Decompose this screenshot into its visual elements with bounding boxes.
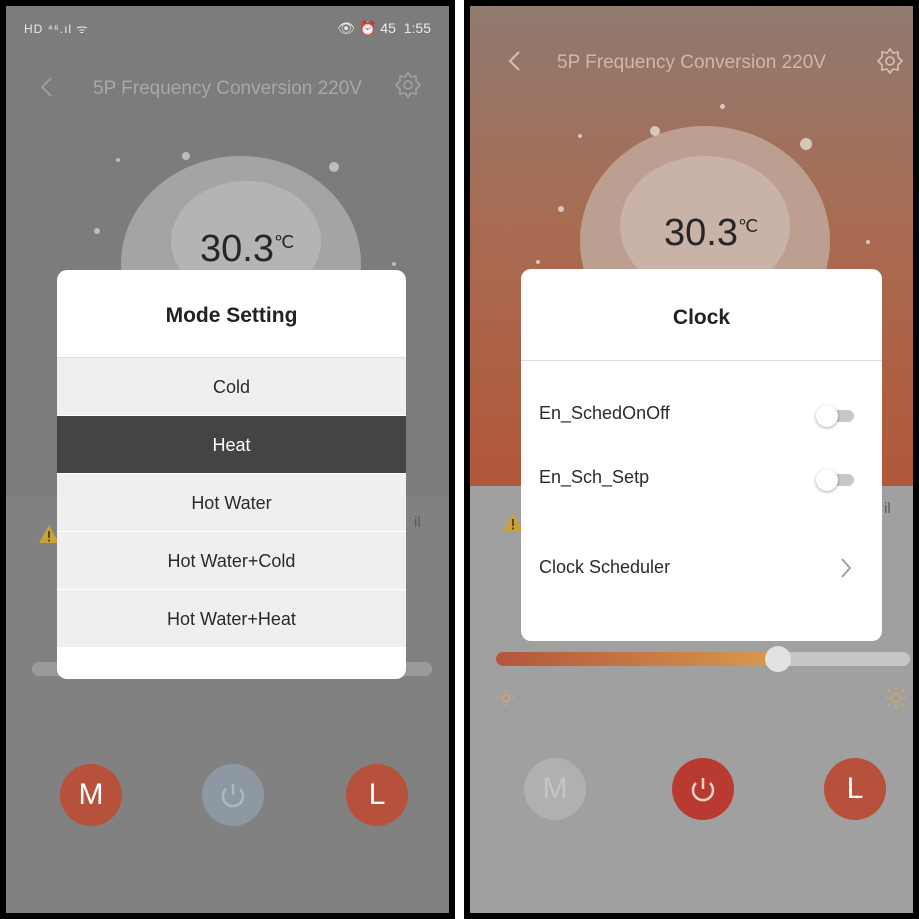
power-icon bbox=[221, 784, 245, 808]
dialog-title: Clock bbox=[521, 269, 882, 361]
toggle-knob bbox=[816, 469, 838, 491]
mode-button-label: M bbox=[542, 772, 568, 805]
temperature-readout: 30.3℃ bbox=[664, 212, 758, 255]
clock-scheduler-row[interactable]: Clock Scheduler bbox=[539, 557, 856, 583]
slider-knob[interactable] bbox=[765, 646, 791, 672]
chevron-left-icon[interactable] bbox=[32, 72, 62, 102]
mode-option-hot-water-heat[interactable]: Hot Water+Heat bbox=[57, 590, 406, 648]
app-header: 5P Frequency Conversion 220V bbox=[6, 70, 449, 110]
sched-on-off-row: En_SchedOnOff bbox=[539, 403, 856, 429]
decor-dot bbox=[800, 138, 812, 150]
power-button[interactable] bbox=[672, 758, 734, 820]
mode-button-label: M bbox=[78, 778, 104, 811]
clock-button[interactable]: L bbox=[346, 764, 408, 826]
dialog-title: Mode Setting bbox=[57, 270, 406, 358]
status-bar: HD ⁴⁶.ıl ᯤ 👁 ⏰ 45 1:55 bbox=[24, 20, 431, 38]
decor-dot bbox=[329, 162, 339, 172]
signal-icons: HD ⁴⁶.ıl ᯤ bbox=[24, 22, 89, 36]
clock-screen: 5P Frequency Conversion 220V 30.3℃ il M … bbox=[464, 0, 919, 919]
sun-large-icon bbox=[885, 687, 907, 709]
temperature-slider[interactable] bbox=[496, 652, 910, 666]
temperature-readout: 30.3℃ bbox=[200, 228, 294, 271]
chevron-left-icon[interactable] bbox=[500, 46, 530, 76]
decor-dot bbox=[558, 206, 564, 212]
mode-setting-screen: HD ⁴⁶.ıl ᯤ 👁 ⏰ 45 1:55 5P Frequency Conv… bbox=[0, 0, 455, 919]
sched-on-off-label: En_SchedOnOff bbox=[539, 403, 670, 423]
clock-button[interactable]: L bbox=[824, 758, 886, 820]
status-time: 1:55 bbox=[403, 20, 431, 36]
decor-dot bbox=[720, 104, 725, 109]
clock-scheduler-label: Clock Scheduler bbox=[539, 557, 671, 577]
temperature-value: 30.3 bbox=[200, 228, 274, 270]
power-icon bbox=[691, 778, 715, 802]
status-right: 👁 ⏰ 45 1:55 bbox=[337, 20, 431, 37]
mode-button[interactable]: M bbox=[60, 764, 122, 826]
mode-setting-dialog: Mode Setting Cold Heat Hot Water Hot Wat… bbox=[57, 270, 406, 679]
chevron-right-icon bbox=[841, 558, 852, 578]
sched-on-off-toggle[interactable] bbox=[816, 405, 856, 427]
temperature-unit: ℃ bbox=[737, 216, 759, 236]
status-text-partial: il bbox=[414, 514, 421, 531]
gear-icon[interactable] bbox=[875, 46, 905, 76]
decor-dot bbox=[650, 126, 660, 136]
sch-setp-label: En_Sch_Setp bbox=[539, 467, 650, 487]
decor-dot bbox=[392, 262, 396, 266]
clock-dialog: Clock En_SchedOnOff En_Sch_Setp Clock Sc… bbox=[521, 269, 882, 641]
power-button[interactable] bbox=[202, 764, 264, 826]
mode-option-cold[interactable]: Cold bbox=[57, 358, 406, 416]
sch-setp-toggle[interactable] bbox=[816, 469, 856, 491]
decor-dot bbox=[578, 134, 582, 138]
decor-dot bbox=[536, 260, 540, 264]
slider-fill bbox=[496, 652, 778, 666]
temperature-unit: ℃ bbox=[273, 232, 295, 252]
toggle-knob bbox=[816, 405, 838, 427]
page-title: 5P Frequency Conversion 220V bbox=[557, 52, 826, 73]
sun-small-icon bbox=[497, 689, 515, 707]
decor-dot bbox=[182, 152, 190, 160]
status-text-partial: il bbox=[884, 500, 891, 517]
app-header: 5P Frequency Conversion 220V bbox=[470, 44, 913, 84]
clock-button-label: L bbox=[368, 778, 386, 811]
decor-dot bbox=[116, 158, 120, 162]
mode-option-heat[interactable]: Heat bbox=[57, 416, 406, 474]
temperature-value: 30.3 bbox=[664, 212, 738, 254]
page-title: 5P Frequency Conversion 220V bbox=[93, 78, 362, 99]
decor-dot bbox=[94, 228, 100, 234]
sch-setp-row: En_Sch_Setp bbox=[539, 467, 856, 493]
mode-option-hot-water-cold[interactable]: Hot Water+Cold bbox=[57, 532, 406, 590]
gear-icon[interactable] bbox=[393, 70, 423, 100]
clock-button-label: L bbox=[846, 772, 864, 805]
mode-option-hot-water[interactable]: Hot Water bbox=[57, 474, 406, 532]
status-icons: 👁 ⏰ 45 bbox=[337, 20, 396, 36]
decor-dot bbox=[866, 240, 870, 244]
mode-button[interactable]: M bbox=[524, 758, 586, 820]
